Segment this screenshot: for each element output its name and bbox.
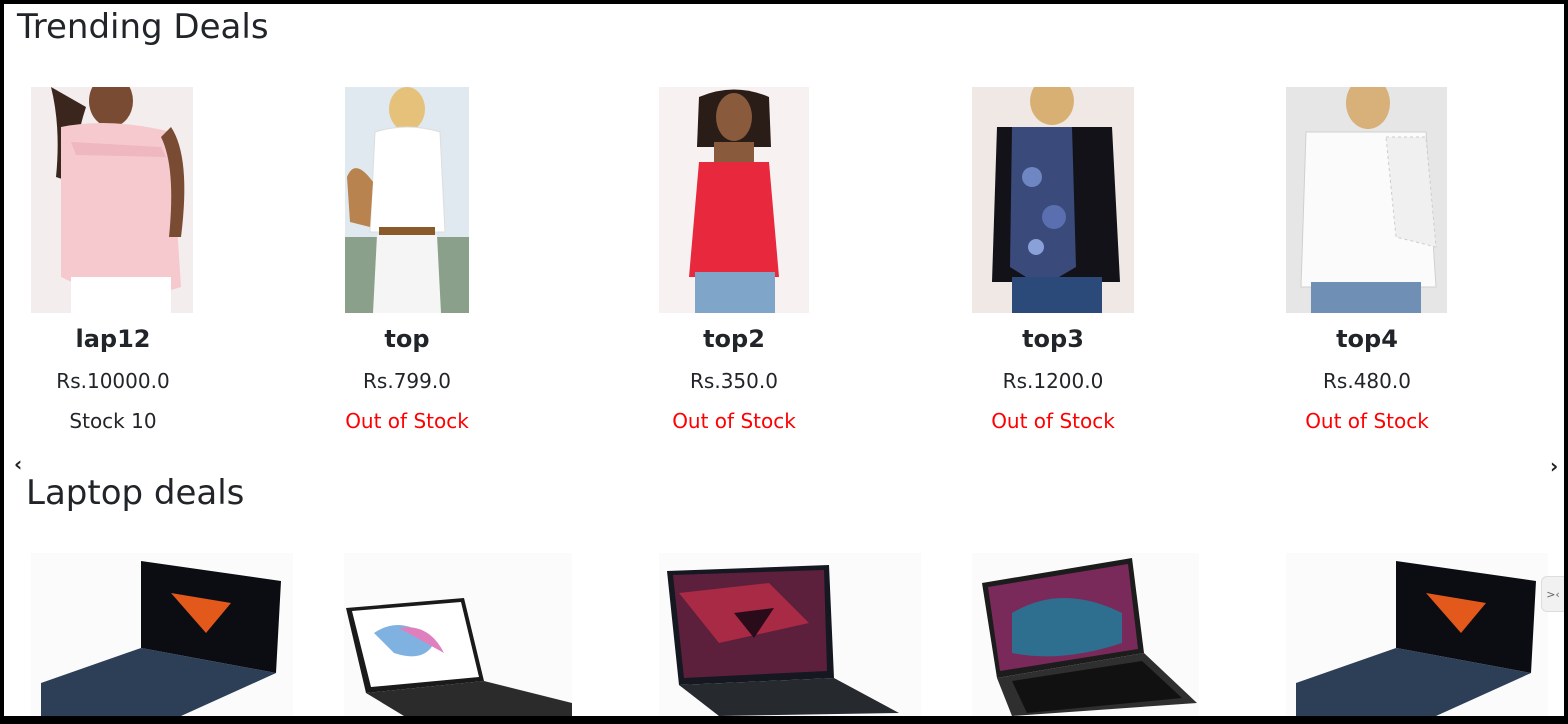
product-image[interactable] <box>972 87 1134 313</box>
laptop-image[interactable] <box>31 553 293 716</box>
mini-laptop-photo <box>972 553 1199 716</box>
gaming-laptop-photo <box>1286 553 1548 716</box>
stock-status: Out of Stock <box>345 409 469 433</box>
product-price: Rs.1200.0 <box>1002 369 1104 393</box>
stock-status: Out of Stock <box>672 409 796 433</box>
carousel-next-arrow[interactable]: › <box>1550 456 1558 476</box>
product-name[interactable]: top <box>282 327 532 351</box>
stock-status: Stock 10 <box>69 409 157 433</box>
gaming-laptop-photo <box>31 553 293 716</box>
white-shirt-photo <box>345 87 469 313</box>
laptop-image[interactable] <box>659 553 921 716</box>
product-name[interactable]: lap12 <box>4 327 238 351</box>
product-image[interactable] <box>659 87 809 313</box>
rog-laptop-photo <box>659 553 921 716</box>
product-image[interactable] <box>31 87 193 313</box>
laptop-deals-title: Laptop deals <box>26 473 245 513</box>
product-name[interactable]: top2 <box>609 327 859 351</box>
lace-blouse-photo <box>1286 87 1447 313</box>
creator-laptop-photo <box>344 553 572 716</box>
laptop-image[interactable] <box>972 553 1199 716</box>
product-price: Rs.350.0 <box>690 369 778 393</box>
red-cami-photo <box>659 87 809 313</box>
pink-top-photo <box>31 87 193 313</box>
product-price: Rs.10000.0 <box>56 369 170 393</box>
trending-deals-title: Trending Deals <box>17 7 269 47</box>
carousel-prev-arrow[interactable]: ‹ <box>14 454 22 474</box>
stock-status: Out of Stock <box>991 409 1115 433</box>
product-name[interactable]: top4 <box>1242 327 1492 351</box>
page-frame: Trending Deals lap12 Rs.10000.0 Stock 10 <box>4 4 1564 716</box>
product-name[interactable]: top3 <box>928 327 1178 351</box>
product-image[interactable] <box>345 87 469 313</box>
product-price: Rs.480.0 <box>1323 369 1411 393</box>
product-image[interactable] <box>1286 87 1447 313</box>
laptop-image[interactable] <box>344 553 572 716</box>
paisley-top-photo <box>972 87 1134 313</box>
side-panel-toggle[interactable]: >‹ <box>1541 576 1564 612</box>
laptop-image[interactable] <box>1286 553 1548 716</box>
product-price: Rs.799.0 <box>363 369 451 393</box>
stock-status: Out of Stock <box>1305 409 1429 433</box>
